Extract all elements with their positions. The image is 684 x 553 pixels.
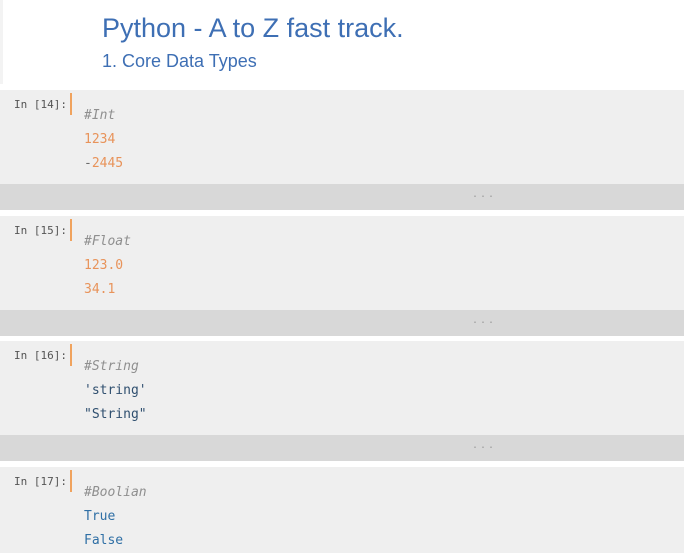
code-cell-boolean[interactable]: In [17]: #Boolian True False — [0, 467, 684, 553]
cell-prompt: In [16]: — [14, 349, 67, 362]
code-line: True — [84, 509, 116, 524]
cell-prompt: In [14]: — [14, 98, 67, 111]
collapsed-output[interactable]: ... — [0, 435, 684, 461]
notebook-title: Python - A to Z fast track. — [102, 13, 404, 43]
code-comment: #String — [84, 359, 139, 374]
number-literal: 2445 — [91, 156, 124, 171]
code-line: 1234 — [84, 132, 116, 147]
cell-code[interactable]: #Float 123.0 34.1 — [84, 230, 131, 302]
code-cell-float[interactable]: In [15]: #Float 123.0 34.1 — [0, 216, 684, 310]
cell-selection-bar — [70, 93, 72, 115]
code-comment: #Boolian — [84, 485, 147, 500]
collapsed-output[interactable]: ... — [0, 310, 684, 336]
code-line: 34.1 — [84, 282, 116, 297]
cell-code[interactable]: #Boolian True False — [84, 481, 147, 553]
notebook-subtitle: 1. Core Data Types — [102, 51, 257, 71]
cell-selection-bar — [70, 470, 72, 492]
code-cell-int[interactable]: In [14]: #Int 1234 -2445 — [0, 90, 684, 184]
cell-code[interactable]: #String 'string' "String" — [84, 355, 147, 427]
code-comment: #Int — [84, 108, 116, 123]
cell-prompt: In [17]: — [14, 475, 67, 488]
code-line: -2445 — [84, 152, 123, 176]
code-line: "String" — [84, 407, 147, 422]
code-line: False — [84, 533, 124, 548]
code-cell-string[interactable]: In [16]: #String 'string' "String" — [0, 341, 684, 435]
collapsed-output[interactable]: ... — [0, 184, 684, 210]
code-comment: #Float — [84, 234, 131, 249]
output-ellipsis: ... — [472, 315, 497, 326]
code-line: 'string' — [84, 383, 147, 398]
output-ellipsis: ... — [472, 440, 497, 451]
cell-selection-bar — [70, 219, 72, 241]
output-ellipsis: ... — [472, 189, 497, 200]
notebook-header: Python - A to Z fast track. 1. Core Data… — [0, 0, 684, 88]
cell-prompt: In [15]: — [14, 224, 67, 237]
cell-selection-bar — [70, 344, 72, 366]
code-line: 123.0 — [84, 258, 124, 273]
cell-code[interactable]: #Int 1234 -2445 — [84, 104, 123, 176]
minus-operator: - — [84, 156, 92, 171]
header-edge — [0, 0, 3, 84]
